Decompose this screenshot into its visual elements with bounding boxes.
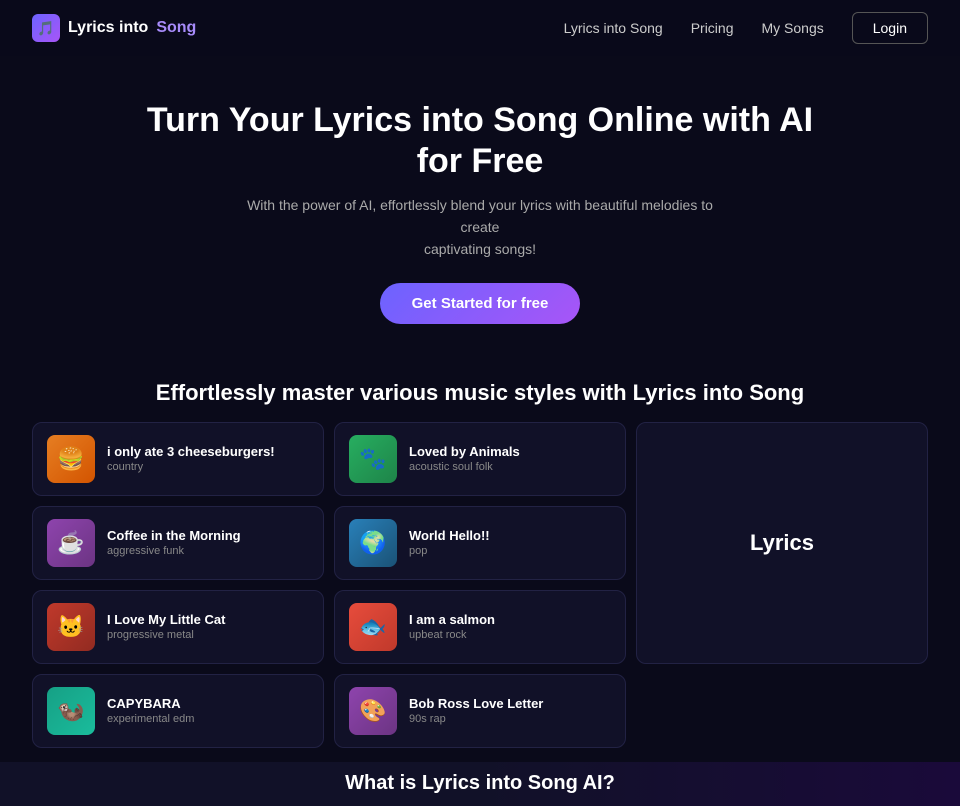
logo-text-plain: Lyrics into [68, 19, 148, 37]
card-title-coffee: Coffee in the Morning [107, 528, 309, 543]
logo-icon: 🎵 [32, 14, 60, 42]
card-thumb-capybara: 🦦 [47, 687, 95, 735]
card-genre-cat: progressive metal [107, 629, 309, 641]
bottom-text: What is Lyrics into Song AI? [345, 772, 615, 795]
card-title-salmon: I am a salmon [409, 612, 611, 627]
login-button[interactable]: Login [852, 12, 928, 44]
card-genre-world: pop [409, 545, 611, 557]
song-card-cat[interactable]: 🐱 I Love My Little Cat progressive metal [32, 590, 324, 664]
card-genre-burger: country [107, 461, 309, 473]
card-title-world: World Hello!! [409, 528, 611, 543]
hero-subtitle: With the power of AI, effortlessly blend… [240, 194, 720, 261]
card-thumb-salmon: 🐟 [349, 603, 397, 651]
logo[interactable]: 🎵 Lyrics into Song [32, 14, 196, 42]
card-title-cat: I Love My Little Cat [107, 612, 309, 627]
section-title: Effortlessly master various music styles… [0, 380, 960, 406]
song-card-burger[interactable]: 🍔 i only ate 3 cheeseburgers! country [32, 422, 324, 496]
nav-link-pricing[interactable]: Pricing [691, 20, 734, 36]
nav-links: Lyrics into Song Pricing My Songs Login [564, 12, 928, 44]
card-genre-coffee: aggressive funk [107, 545, 309, 557]
card-thumb-cat: 🐱 [47, 603, 95, 651]
cards-grid: 🍔 i only ate 3 cheeseburgers! country 🐾 … [0, 422, 960, 748]
logo-text-accent: Song [156, 19, 196, 37]
lyrics-panel: Lyrics [636, 422, 928, 664]
bottom-strip: What is Lyrics into Song AI? [0, 762, 960, 806]
song-card-animals[interactable]: 🐾 Loved by Animals acoustic soul folk [334, 422, 626, 496]
hero-section: Turn Your Lyrics into Song Online with A… [0, 56, 960, 352]
song-card-coffee[interactable]: ☕ Coffee in the Morning aggressive funk [32, 506, 324, 580]
card-genre-animals: acoustic soul folk [409, 461, 611, 473]
nav-link-lyrics[interactable]: Lyrics into Song [564, 20, 663, 36]
song-card-salmon[interactable]: 🐟 I am a salmon upbeat rock [334, 590, 626, 664]
card-title-bob: Bob Ross Love Letter [409, 696, 611, 711]
song-card-bob[interactable]: 🎨 Bob Ross Love Letter 90s rap [334, 674, 626, 748]
navbar: 🎵 Lyrics into Song Lyrics into Song Pric… [0, 0, 960, 56]
nav-link-mysongs[interactable]: My Songs [761, 20, 823, 36]
lyrics-panel-label: Lyrics [750, 530, 814, 556]
card-title-animals: Loved by Animals [409, 444, 611, 459]
card-genre-bob: 90s rap [409, 713, 611, 725]
hero-title: Turn Your Lyrics into Song Online with A… [140, 100, 820, 182]
song-card-capybara[interactable]: 🦦 CAPYBARA experimental edm [32, 674, 324, 748]
card-title-burger: i only ate 3 cheeseburgers! [107, 444, 309, 459]
get-started-button[interactable]: Get Started for free [380, 283, 581, 324]
song-card-world[interactable]: 🌍 World Hello!! pop [334, 506, 626, 580]
card-genre-capybara: experimental edm [107, 713, 309, 725]
card-title-capybara: CAPYBARA [107, 696, 309, 711]
card-thumb-bob: 🎨 [349, 687, 397, 735]
card-thumb-coffee: ☕ [47, 519, 95, 567]
card-thumb-world: 🌍 [349, 519, 397, 567]
card-thumb-burger: 🍔 [47, 435, 95, 483]
card-thumb-animals: 🐾 [349, 435, 397, 483]
card-genre-salmon: upbeat rock [409, 629, 611, 641]
